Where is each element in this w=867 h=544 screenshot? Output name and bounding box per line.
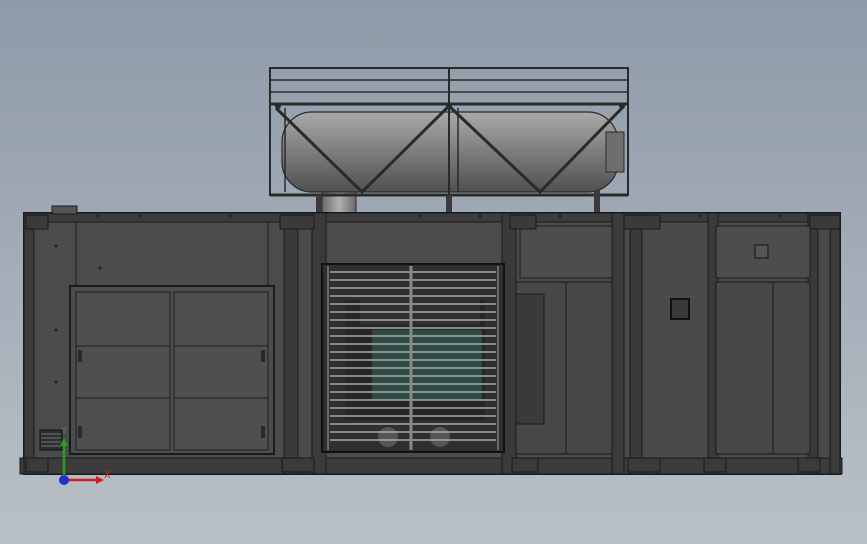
engine-block-side (515, 293, 545, 425)
triad-x-label: X (104, 470, 111, 481)
side-vent-grille (39, 429, 63, 451)
indicator-window (754, 244, 769, 259)
inspection-hatch[interactable] (670, 298, 690, 320)
graphics-viewport[interactable]: X Y (0, 0, 867, 544)
door-handle[interactable] (78, 350, 82, 362)
door-handle[interactable] (78, 426, 82, 438)
container-body (19, 205, 843, 475)
door-handle[interactable] (261, 350, 265, 362)
roof-silencer-assembly (269, 67, 629, 215)
silencer-endcap (605, 131, 625, 173)
left-access-door[interactable] (69, 285, 275, 455)
roof-vent (51, 205, 78, 215)
triad-y-label: Y (60, 426, 68, 437)
center-louvre-grille[interactable] (321, 263, 505, 453)
door-handle[interactable] (261, 426, 265, 438)
cad-model-view[interactable]: X Y (0, 0, 867, 544)
